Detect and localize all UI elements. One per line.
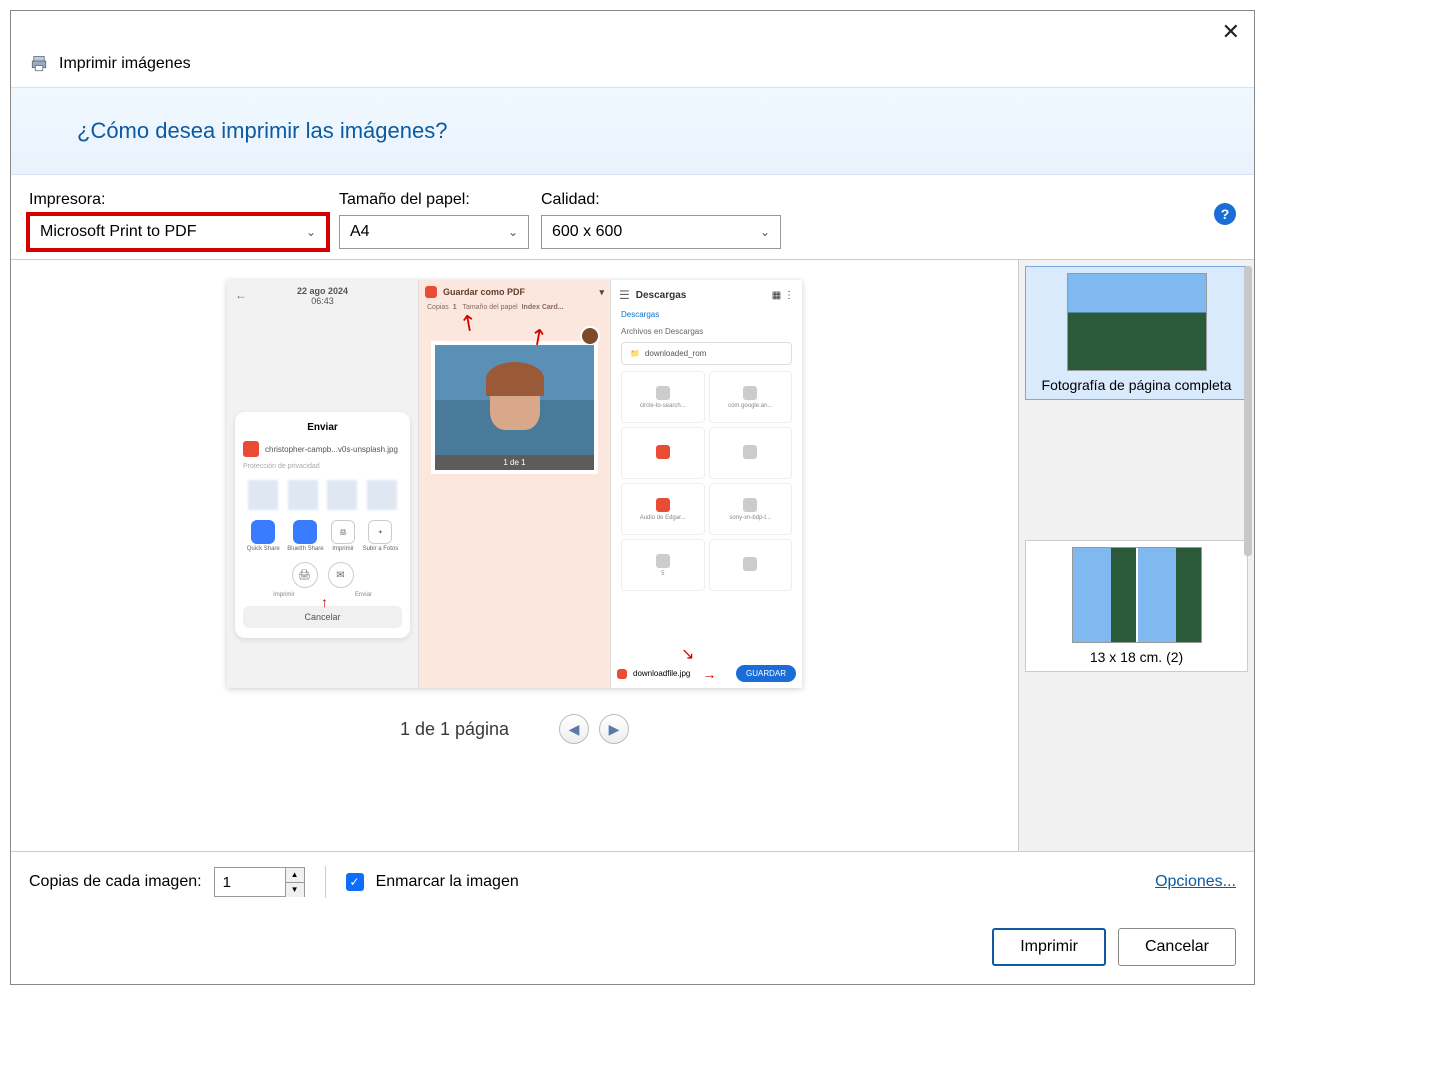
share-title: Enviar bbox=[243, 422, 402, 433]
footer-buttons: Imprimir Cancelar bbox=[11, 912, 1254, 984]
circle-badge-icon bbox=[580, 326, 600, 346]
r-title: Descargas bbox=[636, 290, 687, 301]
paper-value: A4 bbox=[350, 223, 370, 241]
printer-label: Impresora: bbox=[29, 191, 327, 209]
dialog-header: Imprimir imágenes bbox=[11, 47, 1254, 87]
print-dialog: ✕ Imprimir imágenes ¿Cómo desea imprimir… bbox=[10, 10, 1255, 985]
preview-col: ← 22 ago 2024 06:43 Enviar christopher-c… bbox=[11, 260, 1018, 851]
close-icon[interactable]: ✕ bbox=[1222, 21, 1240, 43]
pdf-badge-icon bbox=[243, 441, 259, 457]
layout-option-full[interactable]: Fotografía de página completa bbox=[1025, 266, 1248, 400]
printer-icon bbox=[29, 55, 49, 73]
layout-option-13x18[interactable]: 13 x 18 cm. (2) bbox=[1025, 540, 1248, 672]
titlebar: ✕ bbox=[11, 11, 1254, 47]
page-indicator-row: 1 de 1 página ◀ ▶ bbox=[400, 714, 629, 744]
paper-group: Tamaño del papel: A4 ⌄ bbox=[339, 191, 529, 249]
share-privacy: Protección de privacidad bbox=[243, 463, 402, 470]
copies-label: Copias de cada imagen: bbox=[29, 873, 202, 891]
footer-options: Copias de cada imagen: ▲ ▼ ✓ Enmarcar la… bbox=[11, 851, 1254, 912]
r-link: Descargas bbox=[611, 310, 802, 319]
spinner-down-button[interactable]: ▼ bbox=[286, 883, 304, 897]
quality-value: 600 x 600 bbox=[552, 223, 622, 241]
body-area: ← 22 ago 2024 06:43 Enviar christopher-c… bbox=[11, 260, 1254, 851]
preview-time: 06:43 bbox=[227, 296, 418, 306]
help-icon[interactable]: ? bbox=[1214, 203, 1236, 225]
photo-caption: 1 de 1 bbox=[435, 455, 594, 470]
next-page-button[interactable]: ▶ bbox=[599, 714, 629, 744]
question-text: ¿Cómo desea imprimir las imágenes? bbox=[77, 118, 1236, 144]
scrollbar[interactable] bbox=[1244, 266, 1252, 556]
page-indicator: 1 de 1 página bbox=[400, 719, 509, 740]
frame-label: Enmarcar la imagen bbox=[376, 873, 519, 891]
prev-page-button[interactable]: ◀ bbox=[559, 714, 589, 744]
share-card: Enviar christopher-campb...v0s-unsplash.… bbox=[235, 412, 410, 638]
spinner-up-button[interactable]: ▲ bbox=[286, 868, 304, 883]
layout-thumb bbox=[1072, 547, 1202, 643]
paper-select[interactable]: A4 ⌄ bbox=[339, 215, 529, 249]
print-button[interactable]: Imprimir bbox=[992, 928, 1106, 966]
quality-label: Calidad: bbox=[541, 191, 781, 209]
settings-row: Impresora: Microsoft Print to PDF ⌄ Tama… bbox=[11, 175, 1254, 260]
cancel-button[interactable]: Cancelar bbox=[1118, 928, 1236, 966]
frame-checkbox[interactable]: ✓ bbox=[346, 873, 364, 891]
folder-row: 📁 downloaded_rom bbox=[621, 342, 792, 365]
options-link[interactable]: Opciones... bbox=[1155, 873, 1236, 891]
preview-panel-right: ☰Descargas▦ ⋮ Descargas Archivos en Desc… bbox=[611, 280, 802, 688]
quality-select[interactable]: 600 x 600 ⌄ bbox=[541, 215, 781, 249]
chevron-down-icon: ⌄ bbox=[508, 225, 518, 239]
layout-label: 13 x 18 cm. (2) bbox=[1030, 649, 1243, 665]
back-arrow-icon: ← bbox=[235, 288, 247, 302]
preview-sheet: ← 22 ago 2024 06:43 Enviar christopher-c… bbox=[227, 280, 802, 688]
red-arrow-icon: ↗ bbox=[452, 308, 484, 338]
mid-top-label: Guardar como PDF bbox=[443, 287, 525, 297]
paper-label: Tamaño del papel: bbox=[339, 191, 529, 209]
save-pill: GUARDAR bbox=[736, 665, 796, 682]
dialog-title: Imprimir imágenes bbox=[59, 55, 191, 73]
printer-select[interactable]: Microsoft Print to PDF ⌄ bbox=[29, 215, 327, 249]
red-arrow-icon: ↑ bbox=[321, 594, 328, 610]
hamburger-icon: ☰ bbox=[619, 288, 630, 302]
question-bar: ¿Cómo desea imprimir las imágenes? bbox=[11, 87, 1254, 175]
printer-value: Microsoft Print to PDF bbox=[40, 223, 196, 241]
preview-panel-mid: Guardar como PDF▾ Copias 1 Tamaño del pa… bbox=[419, 280, 611, 688]
layout-thumb bbox=[1067, 273, 1207, 371]
copies-spinner[interactable]: ▲ ▼ bbox=[214, 867, 305, 897]
share-filename: christopher-campb...v0s-unsplash.jpg bbox=[265, 445, 398, 454]
red-arrow-icon: ↘ bbox=[681, 644, 694, 664]
printer-group: Impresora: Microsoft Print to PDF ⌄ bbox=[29, 191, 327, 249]
quality-group: Calidad: 600 x 600 ⌄ bbox=[541, 191, 781, 249]
layouts-panel: Fotografía de página completa 13 x 18 cm… bbox=[1018, 260, 1254, 851]
preview-panel-left: ← 22 ago 2024 06:43 Enviar christopher-c… bbox=[227, 280, 419, 688]
chevron-down-icon: ⌄ bbox=[306, 225, 316, 239]
r-section: Archivos en Descargas bbox=[621, 327, 792, 336]
layout-label: Fotografía de página completa bbox=[1030, 377, 1243, 393]
copies-input[interactable] bbox=[215, 868, 285, 896]
chevron-down-icon: ⌄ bbox=[760, 225, 770, 239]
preview-date: 22 ago 2024 bbox=[227, 286, 418, 296]
